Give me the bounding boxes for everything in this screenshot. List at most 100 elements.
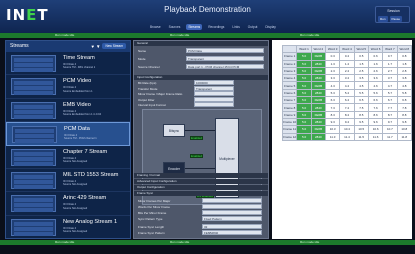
table-row[interactable]: Frame 7 5.0 FE6B 6.3 6.4 6.5 6.6 6.7 6.8 <box>281 96 412 105</box>
table-cell: 9.7 <box>382 117 398 127</box>
field-input[interactable] <box>194 96 234 102</box>
field-input[interactable] <box>202 198 262 203</box>
table-cell: Frame 2 <box>281 59 298 68</box>
nav-item-streams[interactable]: Streams <box>186 24 203 30</box>
stream-thumbnail <box>11 55 56 72</box>
thumbnail-row <box>14 86 53 91</box>
field-label: Bits Per Minor Frame <box>138 211 167 215</box>
table-cell: FE6B <box>310 110 327 119</box>
table-cell: 8.4 <box>339 110 355 119</box>
stream-name: PCM Data <box>64 126 90 133</box>
frame-sync-section-title: Frame Sync <box>137 191 154 195</box>
new-stream-button[interactable]: New Stream <box>102 43 126 49</box>
thumbnail-row <box>14 151 53 156</box>
thumbnail-row <box>15 129 54 134</box>
table-row[interactable]: Frame 11 5.0 FE6B 10.3 10.4 10.5 10.6 10.7 10.8 <box>281 125 412 134</box>
table-row[interactable]: Frame 4 5.0 2840 3.3 3.4 3.5 3.6 3.7 3.8 <box>281 74 412 83</box>
filter-icon[interactable]: ▼ <box>96 44 100 49</box>
table-cell: 5.0 <box>296 88 312 98</box>
nav-item-sources[interactable]: Sources <box>167 24 183 30</box>
field-input[interactable] <box>202 210 262 215</box>
table-cell: 2840 <box>310 103 327 112</box>
field-input[interactable] <box>194 91 234 96</box>
advanced-section-header[interactable]: Advanced Input Configuration <box>134 179 268 184</box>
thumbnail-row <box>14 231 53 236</box>
table-cell: 0.3 <box>325 52 341 61</box>
thumbnail-row <box>14 109 53 114</box>
table-cell: 4.5 <box>353 81 369 90</box>
framing-section-header[interactable]: Framing / Format <box>134 173 268 178</box>
run-button[interactable]: Run <box>378 16 388 22</box>
table-cell: 3.5 <box>353 74 369 83</box>
stream-thumbnail <box>11 78 56 96</box>
table-cell: FE6B <box>310 96 327 105</box>
table-cell: Frame 5 <box>281 81 298 90</box>
field-value: Data port 1 - PCM channel 15 bit PCM <box>188 65 240 69</box>
status-text-4: Run mode idle <box>55 240 75 244</box>
table-cell: 6.8 <box>396 96 412 105</box>
stream-item[interactable]: Arinc 429 Stream ID 0 Rate 4 Source Not As… <box>6 192 130 216</box>
field-label: Sync Pattern Type <box>138 217 163 221</box>
thumbnail-row <box>14 91 53 96</box>
table-cell: FE6B <box>310 81 327 90</box>
table-cell: 2.7 <box>382 66 398 76</box>
pause-button[interactable]: Pause <box>389 16 403 22</box>
field-label: Frame Sync Pattern <box>138 231 165 235</box>
stream-item[interactable]: Time Stream ID 0 Rate 4 Source TM - IRIG c… <box>6 52 130 76</box>
session-controls: Session Run Pause <box>375 6 410 23</box>
general-section-header[interactable]: General <box>134 41 268 46</box>
table-cell: Frame 9 <box>281 110 298 119</box>
table-row[interactable]: Frame 9 5.0 FE6B 8.3 8.4 8.5 8.6 8.7 8.8 <box>281 110 412 119</box>
output-section-header[interactable]: Output Configuration <box>134 185 268 190</box>
stream-item[interactable]: PCM Video ID 0 Rate 4 Source Embedded from… <box>6 75 130 99</box>
table-header-row: Word 1 Word 2 Word 3 Word 4 Word 5 Word 6 Word… <box>281 44 412 54</box>
table-cell: 3.6 <box>367 74 384 83</box>
stream-meta: ID 0 Rate 4 Source TM - IRIG channel 1 <box>63 63 95 70</box>
nav-item-links[interactable]: Links <box>230 24 241 30</box>
field-label: Minor Frames Per Major <box>138 199 171 203</box>
table-cell: 10.7 <box>382 125 398 134</box>
stream-meta: ID 0 Rate 4 Source Not Assigned <box>63 203 87 210</box>
table-cell: 7.5 <box>353 103 369 112</box>
field-label: Transfer Mode <box>138 86 158 91</box>
stream-meta-line: Source TM - IRIG channel 1 <box>63 66 96 70</box>
field-value: Transparent <box>188 57 205 61</box>
stream-item[interactable]: MIL STD 1553 Stream ID 0 Rate 4 Source Not… <box>6 169 130 193</box>
streams-header: Streams ♥ ▼ New Stream <box>6 41 130 52</box>
table-row[interactable]: Frame 3 5.0 FE6B 2.3 2.4 2.5 2.6 2.7 2.8 <box>281 66 412 76</box>
frame-sync-section-header[interactable]: Frame Sync <box>134 191 268 196</box>
table-row[interactable]: Frame 8 5.0 2840 7.3 7.4 7.5 7.6 7.7 7.8 <box>281 103 412 112</box>
table-cell: 6.6 <box>367 96 384 105</box>
stream-thumbnail <box>12 126 57 144</box>
table-row[interactable]: Frame 5 5.0 FE6B 4.3 4.4 4.5 4.6 4.7 4.8 <box>281 81 412 90</box>
table-cell: 5.6 <box>367 88 384 98</box>
stream-item[interactable]: Chapter 7 Stream ID 0 Rate 4 Source Not As… <box>6 146 130 169</box>
table-row[interactable]: Frame 12 5.0 2840 11.3 11.4 11.5 11.6 11.7 11.8 <box>281 132 412 141</box>
field-input[interactable] <box>202 224 262 229</box>
table-row[interactable]: Frame 6 5.0 2840 5.3 5.4 5.5 5.6 5.7 5.8 <box>281 88 412 98</box>
field-input[interactable] <box>202 204 262 209</box>
stream-meta: ID 0 Rate 4 Source Embedded from 1 <box>63 86 93 93</box>
status-text-1: Run mode idle <box>55 33 75 37</box>
field-label: Output Filter <box>138 97 155 102</box>
nav-item-browse[interactable]: Browse <box>148 24 163 30</box>
nav-item-output[interactable]: Output <box>246 24 260 30</box>
nav-item-recordings[interactable]: Recordings <box>206 24 226 30</box>
bitsync-block[interactable]: Bitsync <box>163 124 185 137</box>
thumbnail-row <box>14 226 53 231</box>
diagram-wire <box>183 168 215 169</box>
stream-item[interactable]: PCM Data ID 0 Rate 4 Source TM - PCM chann… <box>6 122 130 146</box>
nav-item-display[interactable]: Display <box>263 24 277 30</box>
table-row[interactable]: Frame 10 5.0 2840 9.3 9.4 9.5 9.6 9.7 9.8 <box>281 117 412 127</box>
stream-item[interactable]: New Analog Stream 1 ID 0 Rate 4 Source Not… <box>6 216 130 238</box>
table-row[interactable]: Frame 2 5.0 2840 1.3 1.4 1.5 1.6 1.7 1.8 <box>281 59 412 68</box>
field-input[interactable] <box>194 102 234 107</box>
table-cell: 10.5 <box>353 125 369 134</box>
field-value: 1000000 <box>196 81 208 85</box>
thumbnail-row <box>14 156 53 161</box>
stream-item[interactable]: EMB Video ID 0 Rate 4 Source Embedded from… <box>6 99 130 123</box>
table-row[interactable]: Frame 1 5.0 FE6B 0.3 0.4 0.5 0.6 0.7 0.8 <box>281 52 412 61</box>
heart-icon[interactable]: ♥ <box>91 44 94 49</box>
table-cell: 8.7 <box>382 110 398 119</box>
table-cell: 3.3 <box>325 74 341 83</box>
